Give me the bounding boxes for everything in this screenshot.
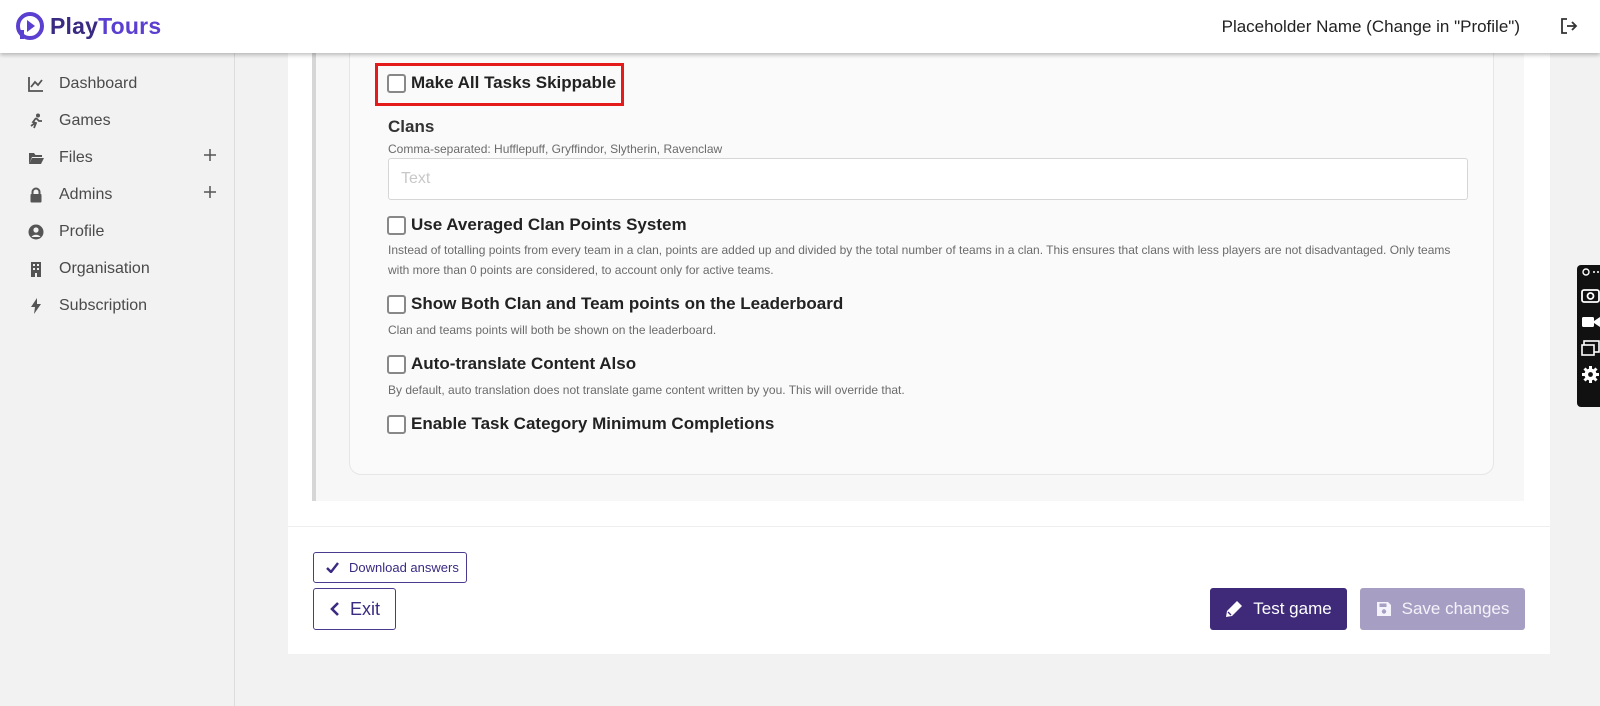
test-game-label: Test game xyxy=(1253,599,1332,618)
exit-label: Exit xyxy=(350,598,381,619)
sidebar-item-label: Dashboard xyxy=(59,74,138,92)
screen-icon[interactable] xyxy=(1581,339,1600,358)
chevron-left-icon xyxy=(330,602,339,616)
user-name[interactable]: Placeholder Name (Change in "Profile") xyxy=(1222,17,1520,37)
skippable-label[interactable]: Make All Tasks Skippable xyxy=(411,73,616,93)
gear-icon[interactable] xyxy=(1581,365,1600,384)
autotranslate-option: Auto-translate Content Also xyxy=(387,354,636,374)
sidebar-item-admins[interactable]: Admins xyxy=(0,176,234,213)
both-points-label[interactable]: Show Both Clan and Team points on the Le… xyxy=(411,294,843,314)
sidebar-item-label: Admins xyxy=(59,185,113,203)
top-header: PlayTours Placeholder Name (Change in "P… xyxy=(0,0,1600,53)
chart-line-icon xyxy=(28,76,43,92)
sidebar-item-games[interactable]: Games xyxy=(0,102,234,139)
autotranslate-checkbox[interactable] xyxy=(387,354,406,374)
building-icon xyxy=(31,261,41,277)
brand-logo[interactable]: PlayTours xyxy=(16,12,161,40)
lock-icon xyxy=(30,187,42,202)
brand-tours: Tours xyxy=(98,12,162,39)
test-game-button[interactable]: Test game xyxy=(1210,588,1347,630)
both-points-helper: Clan and teams points will both be shown… xyxy=(388,323,717,337)
min-completions-label[interactable]: Enable Task Category Minimum Completions xyxy=(411,414,774,434)
link-icon[interactable] xyxy=(1581,267,1600,277)
clans-helper-text: Comma-separated: Hufflepuff, Gryffindor,… xyxy=(388,142,723,156)
video-icon[interactable] xyxy=(1581,312,1600,331)
min-completions-checkbox[interactable] xyxy=(387,414,406,434)
autotranslate-helper: By default, auto translation does not tr… xyxy=(388,383,905,397)
sidebar-item-label: Profile xyxy=(59,222,105,240)
sidebar-item-organisation[interactable]: Organisation xyxy=(0,250,234,287)
sidebar-item-label: Subscription xyxy=(59,296,148,314)
logout-icon[interactable] xyxy=(1560,17,1578,35)
both-points-checkbox[interactable] xyxy=(387,294,406,314)
bolt-icon xyxy=(31,297,41,314)
sidebar-item-profile[interactable]: Profile xyxy=(0,213,234,250)
clans-title: Clans xyxy=(388,117,435,136)
brand-play: Play xyxy=(50,12,99,39)
averaged-clan-points-label[interactable]: Use Averaged Clan Points System xyxy=(411,215,687,235)
autotranslate-label[interactable]: Auto-translate Content Also xyxy=(411,354,636,374)
clans-input[interactable] xyxy=(388,158,1468,200)
playtours-logo-icon xyxy=(16,12,44,40)
sidebar-item-label: Games xyxy=(59,111,111,129)
sidebar-item-label: Files xyxy=(59,148,93,166)
camera-icon[interactable] xyxy=(1581,285,1600,304)
sidebar-item-dashboard[interactable]: Dashboard xyxy=(0,65,234,102)
sidebar: Dashboard Games Files Admins Profile Org… xyxy=(0,53,235,706)
averaged-clan-points-option: Use Averaged Clan Points System xyxy=(387,215,687,235)
averaged-clan-points-checkbox[interactable] xyxy=(387,215,406,235)
recorder-widget[interactable] xyxy=(1577,265,1600,407)
running-icon xyxy=(30,113,42,128)
plus-icon[interactable] xyxy=(203,148,217,162)
skippable-checkbox[interactable] xyxy=(387,73,406,93)
sidebar-item-files[interactable]: Files xyxy=(0,139,234,176)
exit-button[interactable]: Exit xyxy=(313,588,396,630)
min-completions-option: Enable Task Category Minimum Completions xyxy=(387,414,774,434)
save-changes-label: Save changes xyxy=(1401,599,1510,618)
user-circle-icon xyxy=(28,224,44,239)
both-points-option: Show Both Clan and Team points on the Le… xyxy=(387,294,843,314)
pen-icon xyxy=(1226,601,1243,617)
save-changes-button[interactable]: Save changes xyxy=(1360,588,1525,630)
footer-divider xyxy=(288,526,1550,527)
check-icon xyxy=(326,562,339,573)
plus-icon[interactable] xyxy=(203,185,217,199)
brand-name: PlayTours xyxy=(50,13,161,40)
download-answers-label: Download answers xyxy=(349,560,459,575)
averaged-clan-points-helper: Instead of totalling points from every t… xyxy=(388,243,1451,277)
skippable-option: Make All Tasks Skippable xyxy=(387,73,616,93)
sidebar-item-subscription[interactable]: Subscription xyxy=(0,287,234,324)
folder-open-icon xyxy=(29,152,44,164)
download-answers-button[interactable]: Download answers xyxy=(313,552,467,583)
sidebar-item-label: Organisation xyxy=(59,259,150,277)
save-icon xyxy=(1376,602,1391,616)
